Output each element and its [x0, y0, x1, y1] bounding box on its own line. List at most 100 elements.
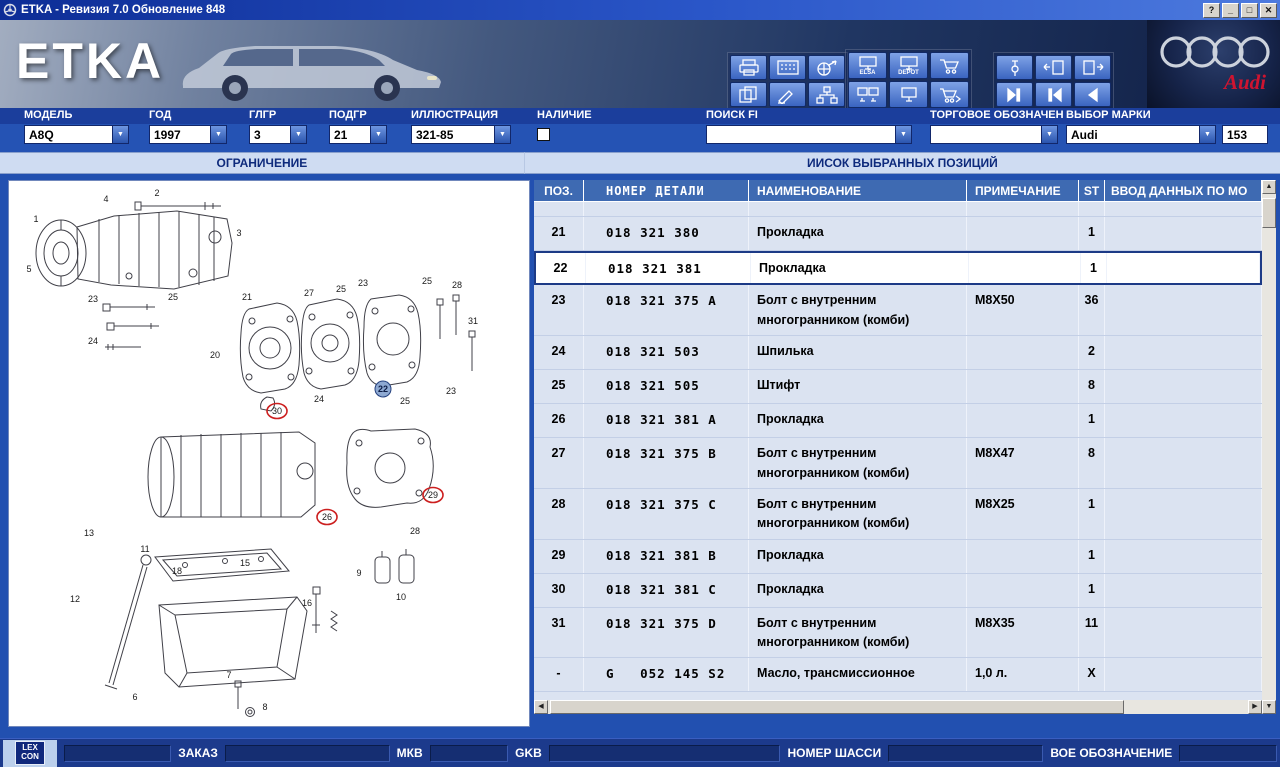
parts-diagram[interactable]: 2413523252124202725232528312425233022131… — [9, 181, 529, 726]
monitor-pair-icon[interactable] — [848, 81, 887, 108]
dropdown-arrow-icon[interactable]: ▼ — [494, 126, 510, 143]
table-horizontal-scrollbar[interactable]: ◀ ▶ — [534, 700, 1262, 714]
minimize-button[interactable]: _ — [1222, 3, 1239, 18]
cell-extra — [1105, 438, 1262, 488]
cell-name: Масло, трансмиссионное — [749, 658, 967, 691]
cell-st: 8 — [1079, 438, 1105, 488]
dropdown-arrow-icon[interactable]: ▼ — [210, 126, 226, 143]
illustration-dropdown[interactable]: 321-85 ▼ — [411, 125, 511, 144]
svg-text:25: 25 — [336, 284, 346, 294]
dropdown-arrow-icon[interactable]: ▼ — [1041, 126, 1057, 143]
network-icon[interactable] — [808, 82, 845, 107]
part-row-25[interactable]: 25018 321 505Штифт8 — [534, 370, 1262, 404]
svg-text:10: 10 — [396, 592, 406, 602]
part-row-22[interactable]: 22018 321 381Прокладка1 — [534, 251, 1262, 285]
sub-group-label: ПОДГР — [329, 108, 387, 123]
statusbar: LEX CON ЗАКАЗ МКВ GKB НОМЕР ШАССИ ВОЕ ОБ… — [0, 738, 1280, 767]
main-group-dropdown[interactable]: 3 ▼ — [249, 125, 307, 144]
brand-dropdown[interactable]: Audi ▼ — [1066, 125, 1216, 144]
svg-text:8: 8 — [262, 702, 267, 712]
close-button[interactable]: ✕ — [1260, 3, 1277, 18]
vertical-scrollbar-thumb[interactable] — [1262, 198, 1276, 228]
trade-designation-dropdown[interactable]: ▼ — [930, 125, 1058, 144]
status-mkb-label[interactable]: МКВ — [397, 746, 423, 760]
status-chassis-label[interactable]: НОМЕР ШАССИ — [787, 746, 881, 760]
send-icon[interactable] — [808, 55, 845, 80]
scroll-up-icon[interactable]: ▲ — [1262, 180, 1276, 194]
cell-extra — [1107, 253, 1260, 283]
elsa-icon[interactable]: ELSA — [848, 52, 887, 79]
status-order-label[interactable]: ЗАКАЗ — [178, 746, 218, 760]
column-header-extra[interactable]: ВВОД ДАННЫХ ПО МО — [1105, 180, 1262, 202]
callout-18: 18 — [172, 566, 182, 576]
cart-icon[interactable] — [930, 52, 969, 79]
part-row-31[interactable]: 31018 321 375 DБолт с внутренним многогр… — [534, 608, 1262, 659]
dropdown-arrow-icon[interactable]: ▼ — [290, 126, 306, 143]
part-row-24[interactable]: 24018 321 503Шпилька2 — [534, 336, 1262, 370]
column-header-pos[interactable]: ПОЗ. — [534, 180, 584, 202]
frame-icon[interactable] — [769, 55, 806, 80]
maximize-button[interactable]: □ — [1241, 3, 1258, 18]
part-row[interactable] — [534, 202, 1262, 217]
monitor-icon[interactable] — [889, 81, 928, 108]
search-fi-dropdown[interactable]: ▼ — [706, 125, 912, 144]
cell-extra — [1105, 489, 1262, 539]
page-next-icon[interactable] — [1074, 55, 1111, 80]
dropdown-arrow-icon[interactable]: ▼ — [370, 126, 386, 143]
callout-24: 24 — [314, 394, 324, 404]
table-vertical-scrollbar[interactable]: ▲ ▼ — [1262, 180, 1276, 714]
status-designation-label[interactable]: ВОЕ ОБОЗНАЧЕНИЕ — [1050, 746, 1172, 760]
availability-checkbox[interactable] — [537, 128, 550, 141]
part-row-28[interactable]: 28018 321 375 CБолт с внутренним многогр… — [534, 489, 1262, 540]
column-header-note[interactable]: ПРИМЕЧАНИЕ — [967, 180, 1079, 202]
dropdown-arrow-icon[interactable]: ▼ — [895, 126, 911, 143]
part-row-30[interactable]: 30018 321 381 CПрокладка1 — [534, 574, 1262, 608]
part-row-23[interactable]: 23018 321 375 AБолт с внутренним многогр… — [534, 285, 1262, 336]
dropdown-arrow-icon[interactable]: ▼ — [112, 126, 128, 143]
status-gkb-label[interactable]: GKB — [515, 746, 542, 760]
scroll-left-icon[interactable]: ◀ — [534, 700, 548, 714]
edit-icon[interactable] — [769, 82, 806, 107]
depot-icon[interactable]: DEPOT — [889, 52, 928, 79]
svg-text:25: 25 — [400, 396, 410, 406]
window-title: ETKA - Ревизия 7.0 Обновление 848 — [21, 4, 1203, 16]
callout-26-circled[interactable]: 26 — [317, 510, 337, 525]
sub-group-dropdown[interactable]: 21 ▼ — [329, 125, 387, 144]
print-icon[interactable] — [730, 55, 767, 80]
cart-checkout-icon[interactable] — [930, 81, 969, 108]
app-icon — [3, 3, 17, 17]
callout-10: 10 — [396, 592, 406, 602]
nav-end-icon[interactable] — [996, 82, 1033, 107]
copy-icon[interactable] — [730, 82, 767, 107]
counter-field[interactable]: 153 — [1222, 125, 1268, 144]
pin-icon[interactable] — [996, 55, 1033, 80]
part-row-21[interactable]: 21018 321 380Прокладка1 — [534, 217, 1262, 251]
nav-start-icon[interactable] — [1035, 82, 1072, 107]
page-prev-icon[interactable] — [1035, 55, 1072, 80]
filter-trade-designation: ТОРГОВОЕ ОБОЗНАЧЕН ▼ — [930, 108, 1058, 144]
scroll-right-icon[interactable]: ▶ — [1248, 700, 1262, 714]
year-dropdown[interactable]: 1997 ▼ — [149, 125, 227, 144]
help-button[interactable]: ? — [1203, 3, 1220, 18]
svg-text:28: 28 — [410, 526, 420, 536]
callout-22-selected[interactable]: 22 — [375, 381, 391, 397]
nav-back-icon[interactable] — [1074, 82, 1111, 107]
part-row-29[interactable]: 29018 321 381 BПрокладка1 — [534, 540, 1262, 574]
part-row[interactable]: -G 052 145 S2Масло, трансмиссионное1,0 л… — [534, 658, 1262, 692]
year-label: ГОД — [149, 108, 227, 123]
dropdown-arrow-icon[interactable]: ▼ — [1199, 126, 1215, 143]
column-header-st[interactable]: ST — [1079, 180, 1105, 202]
cell-part: G 052 145 S2 — [584, 658, 749, 691]
part-row-26[interactable]: 26018 321 381 AПрокладка1 — [534, 404, 1262, 438]
column-header-name[interactable]: НАИМЕНОВАНИЕ — [749, 180, 967, 202]
horizontal-scrollbar-thumb[interactable] — [550, 700, 1124, 714]
svg-text:23: 23 — [358, 278, 368, 288]
filter-year: ГОД 1997 ▼ — [149, 108, 227, 144]
column-header-part[interactable]: НОМЕР ДЕТАЛИ — [584, 180, 749, 202]
model-dropdown[interactable]: A8Q ▼ — [24, 125, 129, 144]
cell-st: 1 — [1079, 217, 1105, 250]
callout-23: 23 — [358, 278, 368, 288]
part-row-27[interactable]: 27018 321 375 BБолт с внутренним многогр… — [534, 438, 1262, 489]
cell-st: 1 — [1079, 574, 1105, 607]
scroll-down-icon[interactable]: ▼ — [1262, 700, 1276, 714]
